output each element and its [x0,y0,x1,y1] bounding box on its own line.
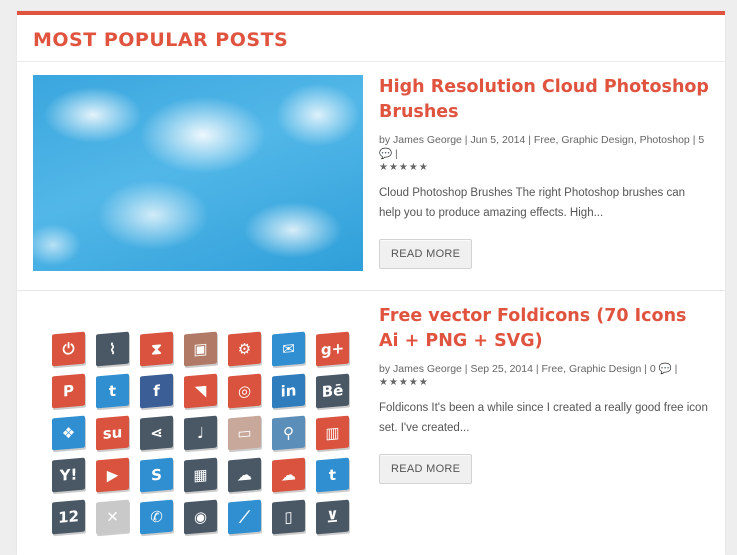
comment-icon: 💬 [379,148,393,160]
popular-posts-widget: MOST POPULAR POSTS High Resolution Cloud… [17,11,725,555]
category-link[interactable]: Free [542,363,564,375]
mail-icon: ✉ [272,331,305,367]
post-excerpt: Foldicons It's been a while since I crea… [379,402,708,434]
rss-icon: ◥ [184,373,217,409]
power-icon: ⏻ [52,331,85,367]
cart-icon: ⊻ [316,499,349,535]
category-link[interactable]: Graphic Design [561,134,633,146]
comments-link[interactable]: 0 💬 [650,363,672,375]
yahoo-icon: Y! [52,457,85,493]
gear-icon: ⚙ [228,331,261,367]
cloud-upload-icon: ☁ [228,457,261,493]
widget-title: MOST POPULAR POSTS [33,29,289,51]
star-rating: ★★★★★ [379,377,429,388]
comment-icon: 💬 [658,363,672,375]
post-date: Sep 25, 2014 [470,363,533,375]
skype-icon: S [140,457,173,493]
post-divider [17,290,725,291]
phone-icon: ✆ [140,499,173,535]
mobile-icon: ▯ [272,499,305,535]
calendar-icon: 12 [52,499,85,535]
behance-icon: Bē [316,373,349,409]
post-content: Free vector Foldicons (70 Icons Ai + PNG… [379,304,709,484]
folder-icon: ▭ [228,415,261,451]
post-title-link[interactable]: High Resolution Cloud Photoshop Brushes [379,75,709,125]
briefcase-icon: ▣ [184,331,217,367]
read-more-button[interactable]: READ MORE [379,454,473,484]
post-meta: by James George | Sep 25, 2014 | Free, G… [379,363,678,375]
search-icon: ⚲ [272,415,305,451]
film-icon: ▦ [184,457,217,493]
author-link[interactable]: James George [393,134,462,146]
youtube-icon: ▶ [96,457,129,493]
category-link[interactable]: Free [534,134,556,146]
twitter-bird-icon: t [316,457,349,493]
post-meta: by James George | Jun 5, 2014 | Free, Gr… [379,134,705,160]
stumbleupon-icon: su [96,415,129,451]
comment-count: 0 [649,363,656,375]
meta-by: by [379,134,391,146]
trash-icon: ▥ [316,415,349,451]
pinterest-icon: P [52,373,85,409]
dribbble-icon: ◎ [228,373,261,409]
meta-by: by [379,363,391,375]
star-rating: ★★★★★ [379,162,429,173]
category-link[interactable]: Photoshop [640,134,690,146]
post-content: High Resolution Cloud Photoshop Brushes … [379,75,709,269]
facebook-icon: f [140,373,173,409]
post-excerpt: Cloud Photoshop Brushes The right Photos… [379,187,686,219]
cloud-thumbnail-image[interactable] [33,75,363,271]
foldicons-grid: ⏻ ⌇ ⧗ ▣ ⚙ ✉ g+ Pt f ◥ ◎ in Bē ❖ su ⋖ ♩ ▭ ⚲ ▥ Y! ▶ S ▦ ☁ ☁ t 12 ✕ ✆ ◉ ⟋ ▯… [33,314,363,535]
title-divider [17,61,725,62]
cloud-download-icon: ☁ [272,457,305,493]
camera-icon: ◉ [184,499,217,535]
paperclip-icon: ⌇ [96,331,129,367]
comment-count: 5 [698,134,705,146]
post-title-link[interactable]: Free vector Foldicons (70 Icons Ai + PNG… [379,304,709,354]
post-date: Jun 5, 2014 [470,134,526,146]
dropbox-icon: ❖ [52,415,85,451]
category-link[interactable]: Graphic Design [569,363,641,375]
share-icon: ⋖ [140,415,173,451]
foldicons-thumbnail-image[interactable]: ⏻ ⌇ ⧗ ▣ ⚙ ✉ g+ Pt f ◥ ◎ in Bē ❖ su ⋖ ♩ ▭ ⚲ ▥ Y! ▶ S ▦ ☁ ☁ t 12 ✕ ✆ ◉ ⟋ ▯… [33,314,363,554]
hourglass-icon: ⧗ [140,331,173,367]
twitter-icon: t [96,373,129,409]
microphone-icon: ♩ [184,415,217,451]
author-link[interactable]: James George [393,363,462,375]
chart-icon: ⟋ [228,499,261,535]
read-more-button[interactable]: READ MORE [379,239,473,269]
google-plus-icon: g+ [316,331,349,367]
tools-icon: ✕ [96,499,129,535]
linkedin-icon: in [272,373,305,409]
